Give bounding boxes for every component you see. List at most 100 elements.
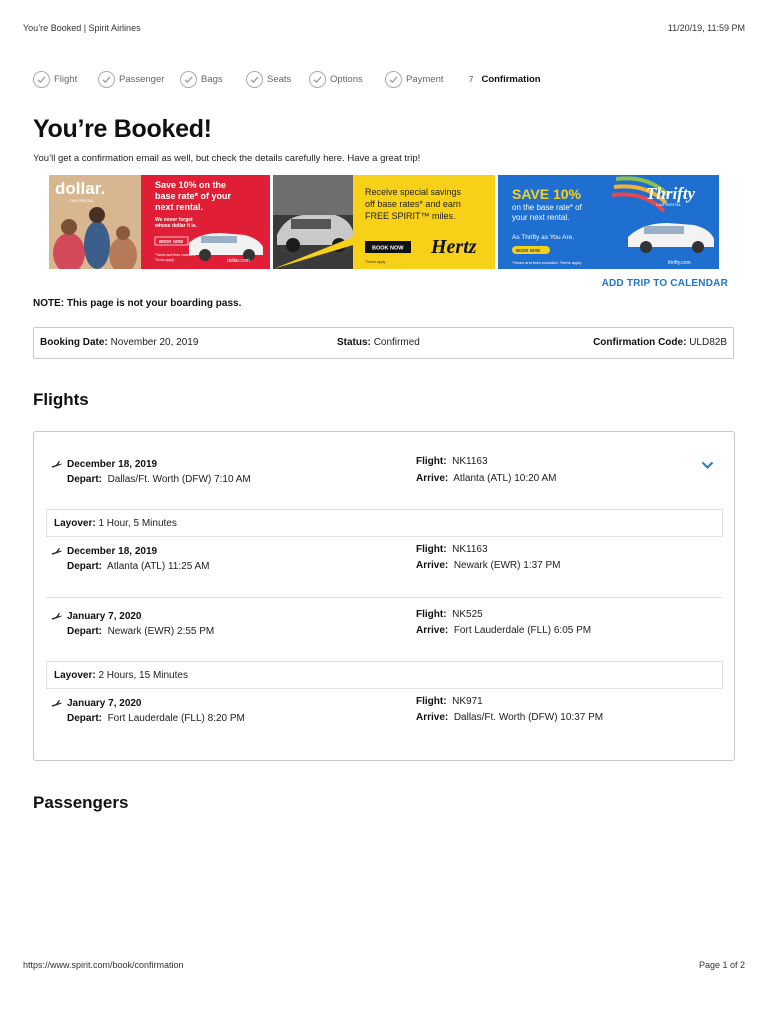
- booking-date: Booking Date: November 20, 2019: [40, 337, 198, 348]
- booking-progress-steps: Flight Passenger Bags Seats Options Paym…: [33, 69, 733, 89]
- flight-label: Flight:: [416, 609, 447, 620]
- dollar-headline-1: Save 10% on the: [155, 180, 226, 190]
- checkmark-icon: [180, 70, 197, 88]
- segment-depart: Depart: Dallas/Ft. Worth (DFW) 7:10 AM: [67, 474, 251, 485]
- print-page-number: Page 1 of 2: [698, 960, 745, 970]
- layover-info: Layover: 2 Hours, 15 Minutes: [46, 661, 723, 689]
- flight-value: NK971: [452, 696, 483, 707]
- checkmark-icon: [309, 70, 326, 88]
- segment-depart: Depart: Newark (EWR) 2:55 PM: [67, 626, 214, 637]
- print-page-title: You’re Booked | Spirit Airlines: [23, 23, 141, 33]
- layover-info: Layover: 1 Hour, 5 Minutes: [46, 509, 723, 537]
- segment-date: January 7, 2020: [51, 611, 142, 622]
- segment-flight-number: Flight: NK525: [416, 609, 483, 620]
- step-seats[interactable]: Seats: [246, 69, 291, 89]
- layover-value: 1 Hour, 5 Minutes: [98, 518, 177, 529]
- booking-status: Status: Confirmed: [337, 337, 420, 348]
- step-label: Confirmation: [481, 73, 541, 85]
- airplane-icon: [51, 700, 62, 707]
- depart-value: Newark (EWR) 2:55 PM: [107, 626, 215, 637]
- flight-label: Flight:: [416, 456, 447, 467]
- depart-label: Depart:: [67, 626, 103, 637]
- flight-value: NK1163: [452, 456, 488, 467]
- arrive-label: Arrive:: [416, 560, 449, 571]
- thrifty-book-now-button[interactable]: BOOK NOW: [516, 248, 540, 253]
- arrive-value: Fort Lauderdale (FLL) 6:05 PM: [453, 625, 592, 636]
- segment-depart: Depart: Fort Lauderdale (FLL) 8:20 PM: [67, 713, 245, 724]
- arrive-label: Arrive:: [416, 712, 449, 723]
- booking-status-value: Confirmed: [373, 337, 420, 348]
- print-header: You’re Booked | Spirit Airlines 11/20/19…: [23, 23, 745, 35]
- step-label: Seats: [267, 73, 292, 85]
- segment-flight-number: Flight: NK1163: [416, 544, 488, 555]
- hertz-headline-3: FREE SPIRIT™ miles.: [365, 211, 456, 221]
- thrifty-ad-banner[interactable]: SAVE 10% on the base rate* of your next …: [498, 175, 719, 269]
- step-label: Bags: [201, 73, 223, 85]
- airplane-icon: [51, 461, 62, 468]
- dollar-ad-banner[interactable]: dollar. CAR RENTAL Save 10% on the base …: [49, 175, 270, 269]
- add-trip-to-calendar-link[interactable]: ADD TRIP TO CALENDAR: [602, 278, 728, 289]
- hertz-headline-1: Receive special savings: [365, 187, 462, 197]
- segment-flight-number: Flight: NK971: [416, 696, 483, 707]
- arrive-value: Atlanta (ATL) 10:20 AM: [453, 473, 557, 484]
- step-options[interactable]: Options: [309, 69, 363, 89]
- step-confirmation: 7 Confirmation: [469, 69, 541, 89]
- dollar-book-now-button[interactable]: BOOK NOW: [159, 239, 183, 244]
- airplane-icon: [51, 613, 62, 620]
- segment-date: December 18, 2019: [51, 459, 157, 470]
- thrifty-logo: Thrifty: [646, 184, 696, 203]
- layover-label: Layover:: [54, 670, 96, 681]
- thrifty-headline: SAVE 10%: [512, 186, 582, 202]
- thrifty-url: thrifty.com: [668, 260, 691, 266]
- flight-label: Flight:: [416, 544, 447, 555]
- booking-date-label: Booking Date:: [40, 337, 108, 348]
- layover-label: Layover:: [54, 518, 96, 529]
- boarding-pass-note: NOTE: This page is not your boarding pas…: [33, 298, 242, 309]
- hertz-ad-banner[interactable]: Receive special savings off base rates* …: [273, 175, 495, 269]
- segment-arrive: Arrive: Atlanta (ATL) 10:20 AM: [416, 472, 616, 485]
- dollar-url: dollar.com: [227, 258, 250, 264]
- segment-divider: [46, 597, 723, 598]
- confirmation-code: Confirmation Code: ULD82B: [593, 337, 727, 348]
- arrive-value: Dallas/Ft. Worth (DFW) 10:37 PM: [453, 712, 604, 723]
- dollar-headline-3: next rental.: [155, 202, 203, 212]
- hertz-fine-print: *Terms apply.: [365, 260, 386, 264]
- depart-label: Depart:: [67, 561, 103, 572]
- segment-depart: Depart: Atlanta (ATL) 11:25 AM: [67, 561, 210, 572]
- step-label: Options: [330, 73, 363, 85]
- hertz-headline-2: off base rates* and earn: [365, 199, 461, 209]
- chevron-down-icon[interactable]: [701, 457, 714, 475]
- print-footer: https://www.spirit.com/book/confirmation…: [23, 960, 745, 970]
- step-label: Payment: [406, 73, 444, 85]
- arrive-label: Arrive:: [416, 625, 449, 636]
- segment-date-text: December 18, 2019: [67, 459, 158, 470]
- step-label: Passenger: [119, 73, 165, 85]
- step-bags[interactable]: Bags: [180, 69, 223, 89]
- thrifty-sub-1: on the base rate* of: [512, 203, 583, 212]
- segment-arrive: Arrive: Dallas/Ft. Worth (DFW) 10:37 PM: [416, 711, 606, 724]
- hertz-book-now-button[interactable]: BOOK NOW: [372, 246, 404, 252]
- step-number: 7: [469, 74, 474, 84]
- flight-label: Flight:: [416, 696, 447, 707]
- page-subtitle: You’ll get a confirmation email as well,…: [33, 153, 421, 164]
- checkmark-icon: [385, 70, 402, 88]
- booking-summary: Booking Date: November 20, 2019 Status: …: [33, 327, 734, 359]
- step-passenger[interactable]: Passenger: [98, 69, 164, 89]
- confirmation-code-value: ULD82B: [689, 337, 727, 348]
- step-flight[interactable]: Flight: [33, 69, 77, 89]
- depart-value: Dallas/Ft. Worth (DFW) 7:10 AM: [107, 474, 251, 485]
- thrifty-logo-sub: CAR RENTAL: [656, 202, 682, 207]
- arrive-value: Newark (EWR) 1:37 PM: [453, 560, 561, 571]
- segment-date: December 18, 2019: [51, 546, 157, 557]
- flight-value: NK525: [452, 609, 483, 620]
- step-payment[interactable]: Payment: [385, 69, 444, 89]
- thrifty-fine-print: *Taxes and fees excluded. Terms apply.: [512, 260, 582, 265]
- checkmark-icon: [98, 70, 115, 88]
- dollar-tagline-2: whose dollar it is.: [154, 223, 198, 229]
- thrifty-tagline: As Thrifty as You Are.: [512, 234, 574, 241]
- airplane-icon: [51, 548, 62, 555]
- print-datetime: 11/20/19, 11:59 PM: [667, 23, 745, 33]
- depart-label: Depart:: [67, 474, 103, 485]
- segment-date-text: December 18, 2019: [67, 546, 158, 557]
- page-title: You’re Booked!: [33, 115, 212, 143]
